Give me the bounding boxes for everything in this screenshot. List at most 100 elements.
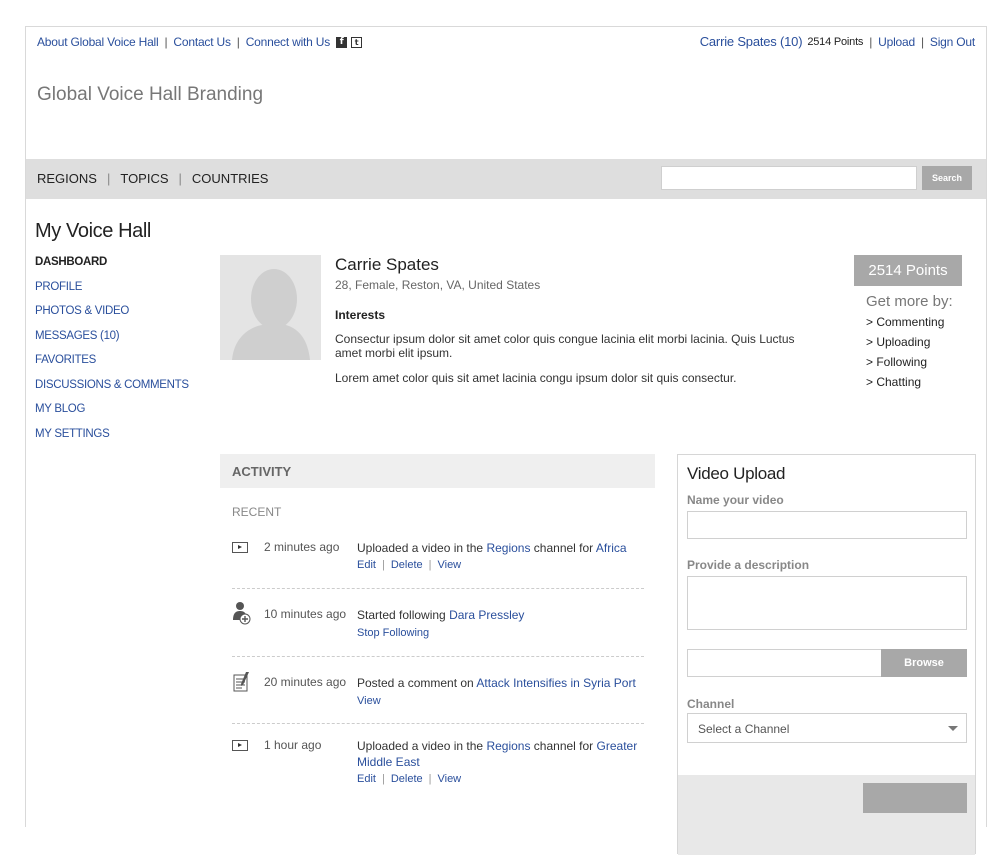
activity-text: channel for [530, 739, 597, 753]
file-path-input[interactable] [687, 649, 883, 677]
activity-desc: Uploaded a video in the Regions channel … [357, 540, 647, 556]
sidebar-item-messages[interactable]: MESSAGES (10) [35, 330, 189, 355]
separator: | [236, 35, 240, 49]
activity-time: 1 hour ago [264, 738, 322, 752]
separator: | [164, 35, 168, 49]
profile-meta: 28, Female, Reston, VA, United States [335, 278, 541, 292]
chevron-down-icon [948, 726, 958, 731]
search-button[interactable]: Search [922, 166, 972, 190]
activity-text: channel for [530, 541, 596, 555]
main-nav: REGIONS | TOPICS | COUNTRIES [37, 171, 268, 186]
activity-text: Uploaded a video in the [357, 739, 487, 753]
view-link[interactable]: View [437, 773, 461, 785]
comment-icon [233, 672, 249, 692]
activity-header: ACTIVITY [220, 454, 655, 488]
upload-footer [678, 775, 975, 855]
edit-link[interactable]: Edit [357, 773, 376, 785]
submit-button[interactable] [863, 783, 967, 813]
twitter-icon[interactable]: t [351, 36, 363, 48]
upload-link[interactable]: Upload [878, 35, 915, 49]
browse-button[interactable]: Browse [881, 649, 967, 677]
main-nav-bar: REGIONS | TOPICS | COUNTRIES Search [26, 159, 986, 199]
user-silhouette-icon [232, 269, 310, 360]
activity-desc: Posted a comment on Attack Intensifies i… [357, 675, 647, 691]
video-name-input[interactable] [687, 511, 967, 539]
activity-text: Started following [357, 608, 450, 622]
activity-actions: View [357, 695, 381, 707]
divider [232, 723, 644, 724]
get-more-item: > Chatting [866, 375, 922, 389]
view-link[interactable]: View [437, 559, 461, 571]
about-link[interactable]: About Global Voice Hall [37, 35, 159, 49]
user-links: Carrie Spates (10) 2514 Points | Upload … [700, 34, 975, 49]
nav-regions[interactable]: REGIONS [37, 171, 97, 186]
facebook-icon[interactable]: f [336, 36, 348, 48]
divider [232, 588, 644, 589]
top-links: About Global Voice Hall | Contact Us | C… [37, 35, 363, 49]
separator: | [178, 171, 182, 186]
recent-heading: RECENT [232, 505, 282, 519]
separator: | [381, 773, 385, 785]
get-more-item: > Following [866, 355, 928, 369]
activity-desc: Uploaded a video in the Regions channel … [357, 738, 647, 770]
separator: | [428, 559, 432, 571]
interests-text: Consectur ipsum dolor sit amet color qui… [335, 332, 795, 360]
page-frame: About Global Voice Hall | Contact Us | C… [25, 26, 987, 855]
nav-countries[interactable]: COUNTRIES [192, 171, 269, 186]
activity-title: ACTIVITY [232, 464, 292, 479]
sidebar-item-profile[interactable]: PROFILE [35, 281, 189, 306]
follow-user-icon [233, 602, 251, 625]
user-points: 2514 Points [807, 35, 864, 48]
divider [232, 656, 644, 657]
avatar [220, 255, 321, 360]
activity-actions: Edit | Delete | View [357, 559, 461, 571]
get-more-list: > Commenting > Uploading > Following > C… [866, 315, 944, 395]
activity-link-africa[interactable]: Africa [596, 541, 627, 555]
sidebar-item-discussions[interactable]: DISCUSSIONS & COMMENTS [35, 379, 189, 404]
separator: | [381, 559, 385, 571]
sidebar-item-photos-video[interactable]: PHOTOS & VIDEO [35, 305, 189, 330]
points-badge: 2514 Points [854, 255, 962, 286]
nav-topics[interactable]: TOPICS [120, 171, 168, 186]
video-icon [232, 542, 248, 553]
activity-time: 10 minutes ago [264, 607, 347, 621]
sidebar-nav: DASHBOARD PROFILE PHOTOS & VIDEO MESSAGE… [35, 256, 189, 452]
activity-link-regions[interactable]: Regions [486, 739, 530, 753]
delete-link[interactable]: Delete [391, 559, 423, 571]
description-label: Provide a description [687, 558, 810, 572]
video-upload-title: Video Upload [687, 464, 786, 483]
sign-out-link[interactable]: Sign Out [930, 35, 975, 49]
separator: | [869, 34, 873, 49]
sidebar-item-favorites[interactable]: FAVORITES [35, 354, 189, 379]
channel-select[interactable]: Select a Channel [687, 713, 967, 743]
user-name-link[interactable]: Carrie Spates (10) [700, 34, 803, 49]
video-icon [232, 740, 248, 751]
sidebar-item-dashboard[interactable]: DASHBOARD [35, 256, 189, 281]
activity-link-user[interactable]: Dara Pressley [449, 608, 524, 622]
sidebar-item-settings[interactable]: MY SETTINGS [35, 428, 189, 453]
separator: | [920, 34, 924, 49]
description-textarea[interactable] [687, 576, 967, 630]
activity-link-article[interactable]: Attack Intensifies in Syria Port [476, 676, 635, 690]
get-more-heading: Get more by: [866, 293, 953, 310]
search-input[interactable] [661, 166, 917, 190]
interests-text-2: Lorem amet color quis sit amet lacinia c… [335, 371, 737, 385]
separator: | [106, 171, 111, 186]
get-more-item: > Uploading [866, 335, 931, 349]
profile-name: Carrie Spates [335, 255, 439, 274]
separator: | [428, 773, 432, 785]
channel-label: Channel [687, 697, 735, 711]
video-upload-panel: Video Upload Name your video Provide a d… [677, 454, 976, 855]
interests-heading: Interests [335, 308, 386, 322]
delete-link[interactable]: Delete [391, 773, 423, 785]
brand-logo: Global Voice Hall Branding [37, 84, 264, 105]
page-title: My Voice Hall [35, 220, 151, 242]
edit-link[interactable]: Edit [357, 559, 376, 571]
contact-link[interactable]: Contact Us [173, 35, 231, 49]
connect-link[interactable]: Connect with Us [246, 35, 331, 49]
sidebar-item-blog[interactable]: MY BLOG [35, 403, 189, 428]
video-name-label: Name your video [687, 493, 784, 507]
view-link[interactable]: View [357, 695, 381, 707]
stop-following-link[interactable]: Stop Following [357, 627, 429, 639]
activity-link-regions[interactable]: Regions [486, 541, 530, 555]
